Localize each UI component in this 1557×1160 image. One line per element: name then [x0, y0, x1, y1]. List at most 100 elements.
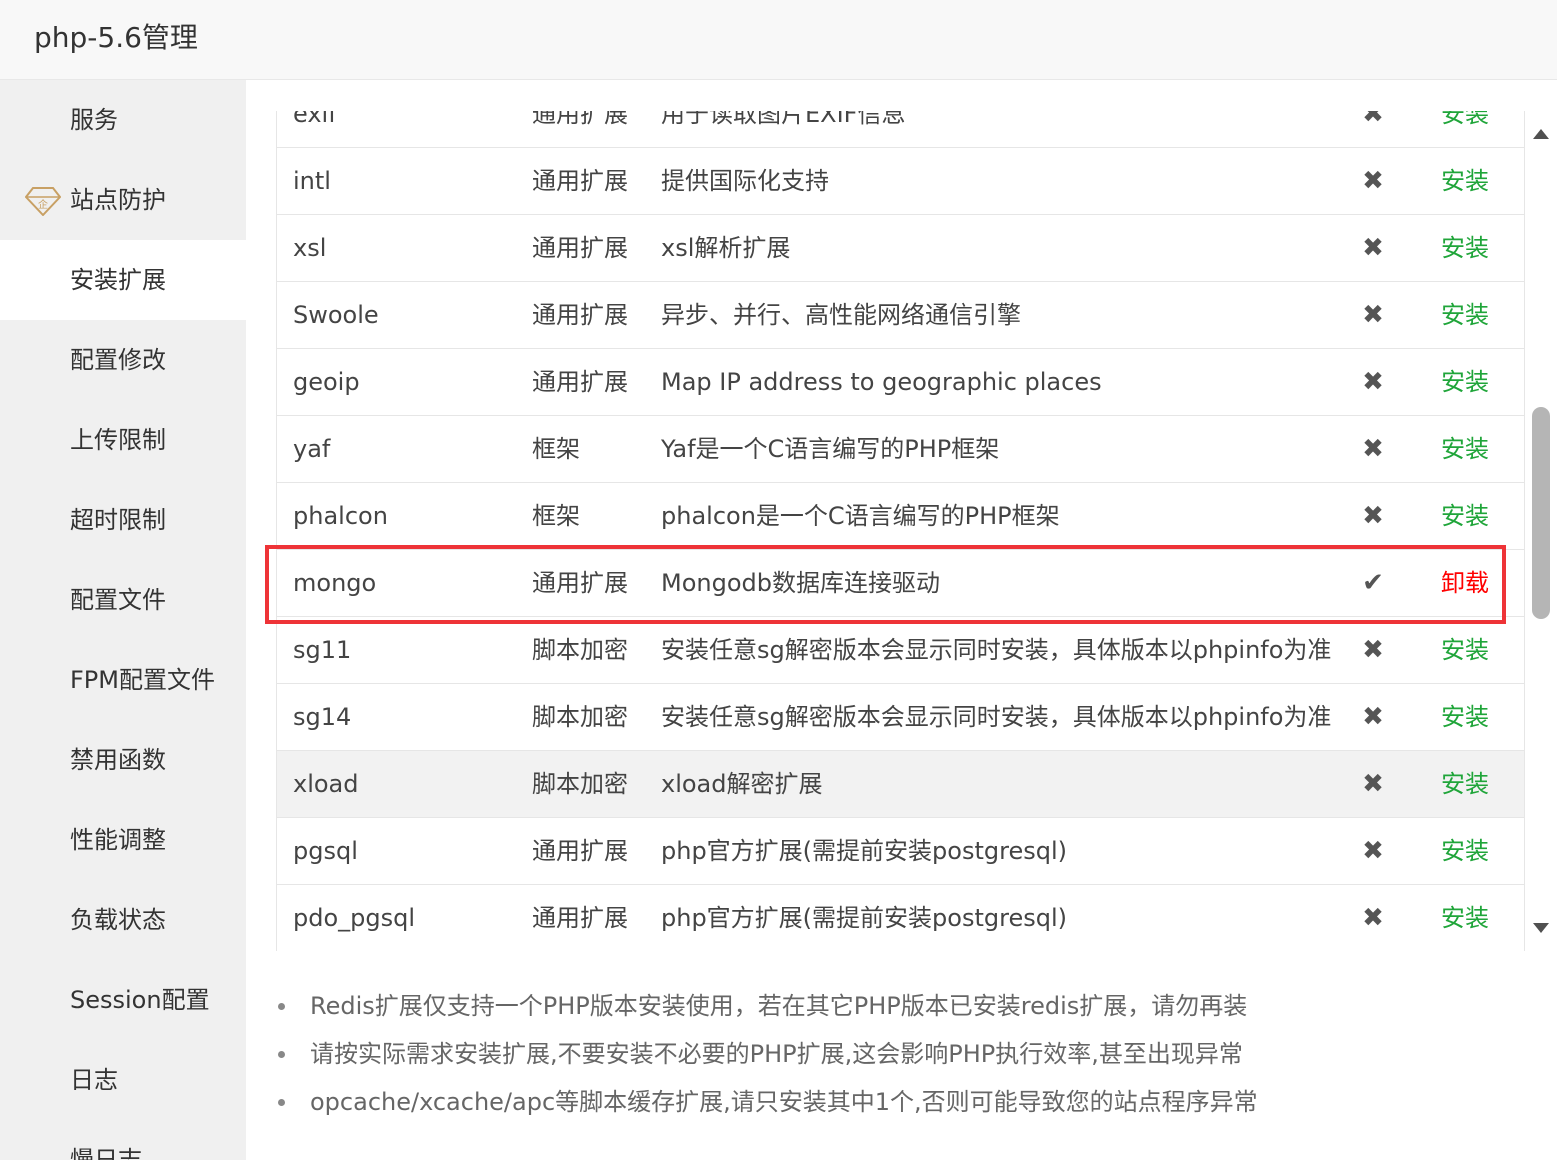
tip-text: 请按实际需求安装扩展,不要安装不必要的PHP扩展,这会影响PHP执行效率,甚至出… — [310, 1040, 1243, 1068]
sidebar-item-label: 上传限制 — [70, 426, 166, 454]
not-installed-icon: ✖ — [1362, 903, 1384, 933]
table-row: sg14 脚本加密 安装任意sg解密版本会显示同时安装，具体版本以phpinfo… — [277, 684, 1524, 751]
sidebar-item-disabled-functions[interactable]: 禁用函数 — [0, 720, 246, 800]
sidebar-item-performance[interactable]: 性能调整 — [0, 800, 246, 880]
extension-name: exif — [293, 111, 337, 128]
table-scrollbar[interactable] — [1525, 111, 1557, 951]
sidebar-item-label: 慢日志 — [70, 1146, 142, 1160]
install-button[interactable]: 安装 — [1441, 617, 1489, 683]
title-bar: php-5.6管理 — [0, 0, 1557, 80]
install-button[interactable]: 安装 — [1441, 885, 1489, 951]
extension-type: 通用扩展 — [532, 301, 628, 329]
sidebar-item-label: 安装扩展 — [70, 266, 166, 294]
sidebar-item-load-status[interactable]: 负载状态 — [0, 880, 246, 960]
extensions-table: exif 通用扩展 用于读取图片EXIF信息 ✖ 安装 intl 通用扩展 提供… — [276, 111, 1525, 951]
sidebar-item-label: 禁用函数 — [70, 746, 166, 774]
table-row: pgsql 通用扩展 php官方扩展(需提前安装postgresql) ✖ 安装 — [277, 818, 1524, 885]
scroll-down-arrow-icon[interactable] — [1533, 923, 1549, 933]
table-row: exif 通用扩展 用于读取图片EXIF信息 ✖ 安装 — [277, 111, 1524, 148]
install-button[interactable]: 安装 — [1441, 684, 1489, 750]
extension-name: sg11 — [293, 636, 352, 664]
table-row: yaf 框架 Yaf是一个C语言编写的PHP框架 ✖ 安装 — [277, 416, 1524, 483]
table-row: mongo 通用扩展 Mongodb数据库连接驱动 ✔ 卸载 — [277, 550, 1524, 617]
not-installed-icon: ✖ — [1362, 166, 1384, 196]
sidebar-item-timeout-limit[interactable]: 超时限制 — [0, 480, 246, 560]
scroll-up-arrow-icon[interactable] — [1533, 129, 1549, 139]
install-button[interactable]: 安装 — [1441, 215, 1489, 281]
scrollbar-thumb[interactable] — [1532, 407, 1550, 619]
sidebar-item-config-file[interactable]: 配置文件 — [0, 560, 246, 640]
sidebar: 服务 企 站点防护 安装扩展 配置修改 上传限制 超时限制 配置文件 FPM配置… — [0, 80, 246, 1160]
extension-name: xload — [293, 770, 359, 798]
extension-description: php官方扩展(需提前安装postgresql) — [661, 904, 1067, 932]
uninstall-button[interactable]: 卸载 — [1441, 550, 1489, 616]
table-row: sg11 脚本加密 安装任意sg解密版本会显示同时安装，具体版本以phpinfo… — [277, 617, 1524, 684]
extension-type: 通用扩展 — [532, 904, 628, 932]
tips-list: Redis扩展仅支持一个PHP版本安装使用，若在其它PHP版本已安装redis扩… — [276, 982, 1376, 1126]
sidebar-item-upload-limit[interactable]: 上传限制 — [0, 400, 246, 480]
extension-description: phalcon是一个C语言编写的PHP框架 — [661, 502, 1060, 530]
bullet-icon — [278, 1099, 285, 1106]
sidebar-item-slow-logs[interactable]: 慢日志 — [0, 1120, 246, 1160]
extension-description: 安装任意sg解密版本会显示同时安装，具体版本以phpinfo为准 — [661, 636, 1332, 664]
table-row: xsl 通用扩展 xsl解析扩展 ✖ 安装 — [277, 215, 1524, 282]
extension-name: phalcon — [293, 502, 388, 530]
extension-type: 通用扩展 — [532, 234, 628, 262]
sidebar-item-label: 服务 — [70, 106, 118, 134]
sidebar-item-site-protection[interactable]: 企 站点防护 — [0, 160, 246, 240]
sidebar-item-service[interactable]: 服务 — [0, 80, 246, 160]
extension-type: 通用扩展 — [532, 569, 628, 597]
window-title: php-5.6管理 — [34, 21, 198, 54]
sidebar-item-logs[interactable]: 日志 — [0, 1040, 246, 1120]
tip-item: opcache/xcache/apc等脚本缓存扩展,请只安装其中1个,否则可能导… — [276, 1078, 1376, 1126]
extension-description: 安装任意sg解密版本会显示同时安装，具体版本以phpinfo为准 — [661, 703, 1332, 731]
sidebar-item-install-extensions[interactable]: 安装扩展 — [0, 240, 246, 320]
extension-type: 脚本加密 — [532, 703, 628, 731]
install-button[interactable]: 安装 — [1441, 349, 1489, 415]
install-button[interactable]: 安装 — [1441, 483, 1489, 549]
extension-type: 脚本加密 — [532, 636, 628, 664]
sidebar-item-label: 配置修改 — [70, 346, 166, 374]
not-installed-icon: ✖ — [1362, 702, 1384, 732]
bullet-icon — [278, 1051, 285, 1058]
extension-description: Yaf是一个C语言编写的PHP框架 — [661, 435, 1000, 463]
tip-text: Redis扩展仅支持一个PHP版本安装使用，若在其它PHP版本已安装redis扩… — [310, 992, 1248, 1020]
sidebar-item-config-edit[interactable]: 配置修改 — [0, 320, 246, 400]
table-row: geoip 通用扩展 Map IP address to geographic … — [277, 349, 1524, 416]
extension-name: xsl — [293, 234, 327, 262]
not-installed-icon: ✖ — [1362, 233, 1384, 263]
sidebar-item-label: 配置文件 — [70, 586, 166, 614]
table-row: intl 通用扩展 提供国际化支持 ✖ 安装 — [277, 148, 1524, 215]
not-installed-icon: ✖ — [1362, 635, 1384, 665]
install-button[interactable]: 安装 — [1441, 818, 1489, 884]
extension-type: 通用扩展 — [532, 111, 628, 128]
extension-type: 脚本加密 — [532, 770, 628, 798]
not-installed-icon: ✖ — [1362, 836, 1384, 866]
sidebar-item-session-config[interactable]: Session配置 — [0, 960, 246, 1040]
table-row: Swoole 通用扩展 异步、并行、高性能网络通信引擎 ✖ 安装 — [277, 282, 1524, 349]
sidebar-item-label: FPM配置文件 — [70, 666, 215, 694]
install-button[interactable]: 安装 — [1441, 111, 1489, 147]
extension-type: 通用扩展 — [532, 837, 628, 865]
extension-description: 异步、并行、高性能网络通信引擎 — [661, 301, 1021, 329]
extension-name: Swoole — [293, 301, 379, 329]
not-installed-icon: ✖ — [1362, 111, 1384, 129]
sidebar-item-label: 日志 — [70, 1066, 118, 1094]
install-button[interactable]: 安装 — [1441, 751, 1489, 817]
bullet-icon — [278, 1003, 285, 1010]
install-button[interactable]: 安装 — [1441, 416, 1489, 482]
tip-item: Redis扩展仅支持一个PHP版本安装使用，若在其它PHP版本已安装redis扩… — [276, 982, 1376, 1030]
extension-description: Mongodb数据库连接驱动 — [661, 569, 940, 597]
sidebar-item-fpm-config[interactable]: FPM配置文件 — [0, 640, 246, 720]
sidebar-item-label: 负载状态 — [70, 906, 166, 934]
install-button[interactable]: 安装 — [1441, 148, 1489, 214]
not-installed-icon: ✖ — [1362, 367, 1384, 397]
extension-description: 提供国际化支持 — [661, 167, 829, 195]
install-button[interactable]: 安装 — [1441, 282, 1489, 348]
extension-type: 框架 — [532, 502, 580, 530]
extension-name: geoip — [293, 368, 360, 396]
sidebar-item-label: 超时限制 — [70, 506, 166, 534]
installed-check-icon: ✔ — [1362, 568, 1384, 598]
not-installed-icon: ✖ — [1362, 769, 1384, 799]
extension-description: xload解密扩展 — [661, 770, 823, 798]
